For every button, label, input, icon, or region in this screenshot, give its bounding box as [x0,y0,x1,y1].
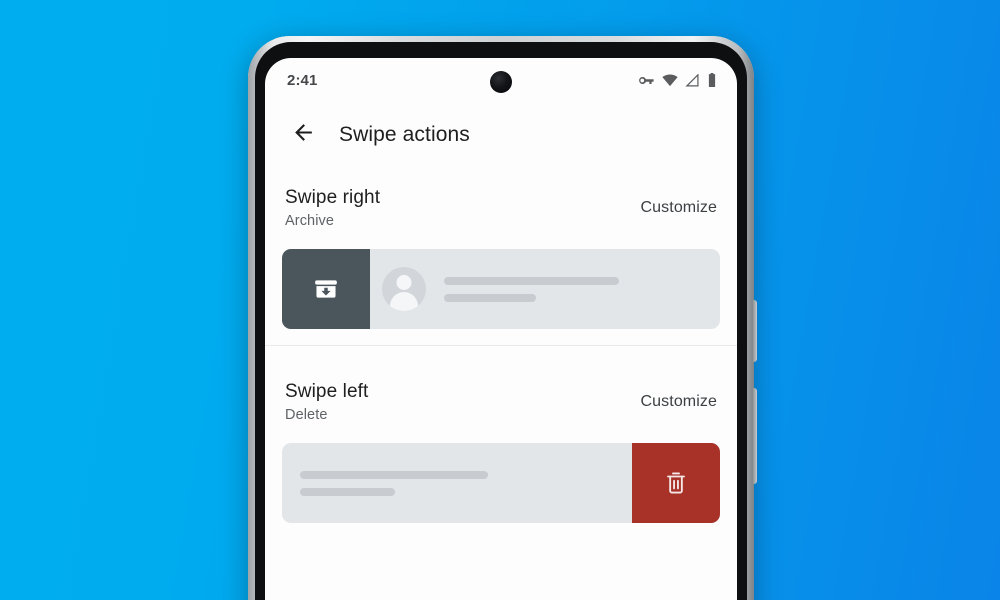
section-swipe-right: Swipe right Archive Customize [265,168,737,362]
arrow-back-icon [291,120,316,150]
placeholder-line-primary [444,276,619,285]
app-bar: Swipe actions [265,102,737,168]
archive-icon [313,276,339,302]
status-bar-clock: 2:41 [287,71,318,89]
wifi-icon [662,74,678,87]
volume-button[interactable] [753,388,757,484]
swipe-left-customize-button[interactable]: Customize [641,380,717,411]
placeholder-line-secondary [444,293,536,302]
section-divider [265,345,737,347]
screenshot-canvas: 2:41 Swipe actions Swipe right Archive C… [0,0,1000,600]
delete-action-block[interactable] [632,443,720,524]
swipe-right-customize-button[interactable]: Customize [641,186,717,217]
avatar-head [396,275,412,291]
swipe-right-title: Swipe right [285,187,381,208]
front-camera-punch-hole [490,71,512,93]
swipe-right-header: Swipe right Archive Customize [265,168,737,229]
swipe-left-subtitle: Delete [285,407,328,424]
swipe-left-labels: Swipe left Delete [285,380,368,423]
archive-action-block[interactable] [282,249,370,330]
phone-device-frame: 2:41 Swipe actions Swipe right Archive C… [248,36,757,600]
power-button[interactable] [753,300,757,362]
vpn-key-icon [638,74,655,87]
phone-screen: 2:41 Swipe actions Swipe right Archive C… [265,58,737,600]
mail-placeholder-lines [444,276,619,302]
swipe-right-labels: Swipe right Archive [285,186,380,229]
avatar [382,267,426,312]
swipe-left-title: Swipe left [285,381,369,403]
page-title: Swipe actions [339,123,470,146]
placeholder-line-secondary [300,487,395,496]
swipe-right-preview[interactable] [282,249,720,330]
placeholder-line-primary [300,470,488,479]
status-bar: 2:41 [265,58,737,102]
mail-placeholder-lines [300,470,488,496]
battery-icon [707,73,717,87]
trash-icon [663,470,689,496]
swipe-right-subtitle: Archive [285,213,335,230]
section-swipe-left: Swipe left Delete Customize [265,362,737,539]
cellular-signal-icon [685,73,700,87]
back-button[interactable] [283,115,323,155]
status-bar-icons [638,73,717,87]
swipe-left-header: Swipe left Delete Customize [265,362,737,423]
swipe-left-preview[interactable] [282,443,720,524]
avatar-body [390,292,418,312]
